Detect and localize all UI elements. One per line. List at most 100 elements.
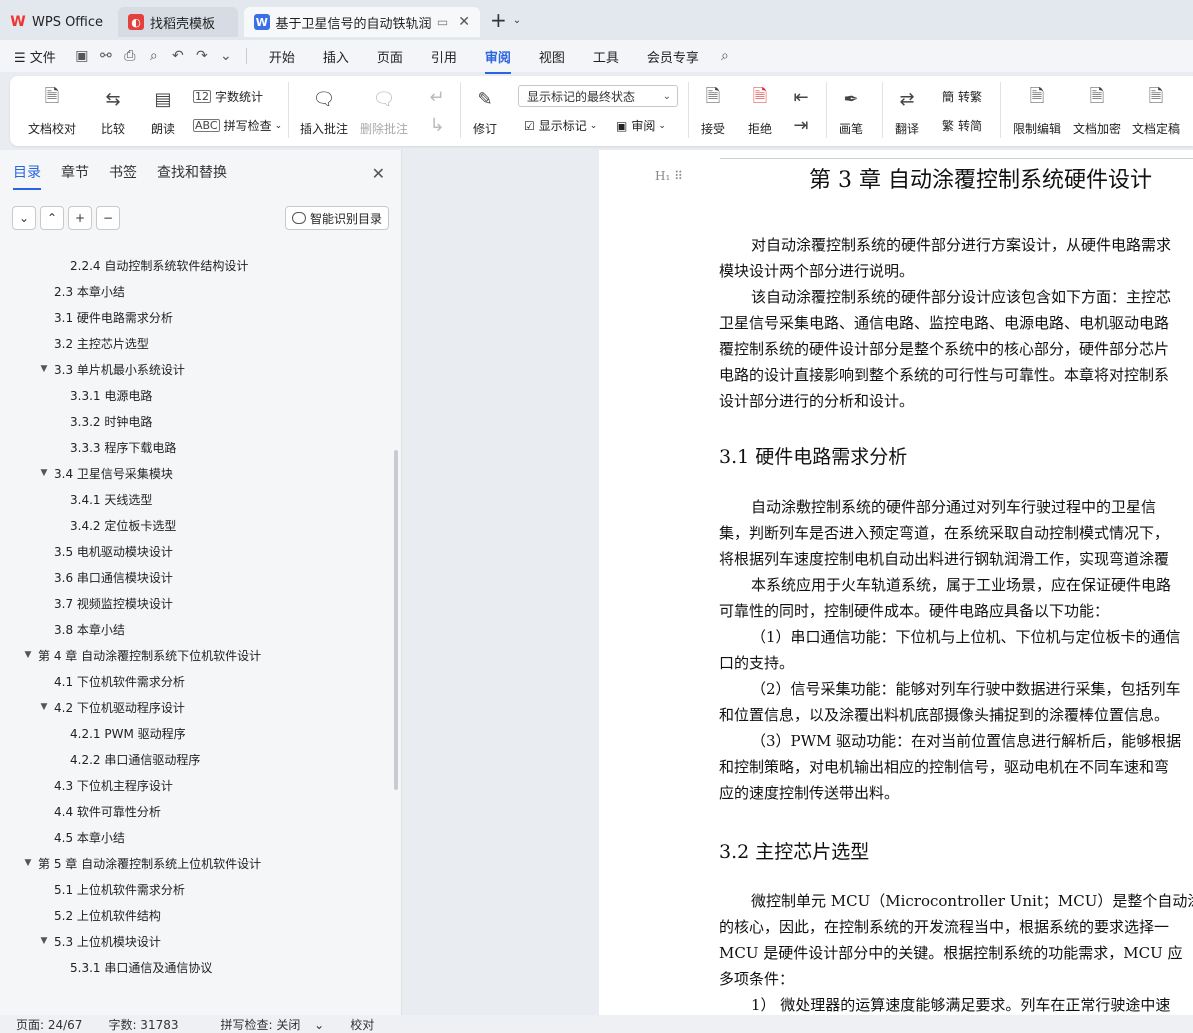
toc-item[interactable]: 3.5 电机驱动模块设计 [12, 538, 390, 564]
toc-item[interactable]: 3.3.1 电源电路 [12, 382, 390, 408]
document-page[interactable]: 第 3 章 自动涂覆控制系统硬件设计 对自动涂覆控制系统的硬件部分进行方案设计，… [599, 150, 1193, 1015]
proofread-status[interactable]: 校对 [350, 1016, 374, 1033]
toc-item[interactable]: 4.3 下位机主程序设计 [12, 772, 390, 798]
menu-member[interactable]: 会员专享 [633, 47, 713, 66]
toc-scrollbar[interactable] [394, 450, 398, 790]
expand-arrow-icon[interactable]: ▼ [38, 702, 50, 712]
remove-icon[interactable]: − [96, 206, 120, 230]
menu-tools[interactable]: 工具 [579, 47, 633, 66]
restrict-edit-button[interactable]: 🗎 限制编辑 [1013, 86, 1061, 137]
collapse-up-icon[interactable]: ⌃ [40, 206, 64, 230]
toc-item[interactable]: 4.2.2 串口通信驱动程序 [12, 746, 390, 772]
toc-item[interactable]: 2.2.4 自动控制系统软件结构设计 [12, 252, 390, 278]
redo-icon[interactable]: ↷ [190, 48, 214, 64]
pen-button[interactable]: ✒ 画笔 [838, 86, 864, 137]
toc-item[interactable]: 3.3.3 程序下载电路 [12, 434, 390, 460]
tab-document[interactable]: W 基于卫星信号的自动铁轨润滑 ▭ ✕ [244, 7, 480, 37]
toc-item[interactable]: 4.5 本章小结 [12, 824, 390, 850]
new-tab-icon[interactable]: + [490, 8, 507, 32]
tab-wps-office[interactable]: W WPS Office [0, 7, 114, 37]
menu-home[interactable]: 开始 [255, 47, 309, 66]
close-tab-icon[interactable]: ✕ [458, 14, 470, 30]
preview-icon[interactable]: ⌕ [142, 48, 166, 64]
nav-tab-find-replace[interactable]: 查找和替换 [157, 162, 227, 186]
menu-file[interactable]: ☰ 文件 [0, 47, 70, 66]
toc-item[interactable]: 3.1 硬件电路需求分析 [12, 304, 390, 330]
show-markup-button[interactable]: ☑ 显示标记 ⌄ [524, 117, 597, 134]
toc-item[interactable]: ▼ 3.4 卫星信号采集模块 [12, 460, 390, 486]
more-icon[interactable]: ⌄ [214, 48, 238, 64]
to-simplified-button[interactable]: 繁 转简 [942, 117, 982, 134]
next-comment-button[interactable]: ↳ [424, 112, 450, 138]
word-count-button[interactable]: 12 字数统计 [193, 88, 263, 105]
prev-comment-button[interactable]: ↵ [424, 84, 450, 110]
toc-item[interactable]: 4.1 下位机软件需求分析 [12, 668, 390, 694]
toc-item[interactable]: 3.2 主控芯片选型 [12, 330, 390, 356]
toc-item[interactable]: 5.2 上位机软件结构 [12, 902, 390, 928]
doc-check-button[interactable]: 🗎 文档校对 [28, 86, 76, 137]
menu-view[interactable]: 视图 [525, 47, 579, 66]
menu-page[interactable]: 页面 [363, 47, 417, 66]
toc-item[interactable]: 3.4.2 定位板卡选型 [12, 512, 390, 538]
toc-item[interactable]: 3.3.2 时钟电路 [12, 408, 390, 434]
drag-handle-icon[interactable]: ⠿ [674, 169, 683, 183]
toc-item[interactable]: ▼ 3.3 单片机最小系统设计 [12, 356, 390, 382]
expand-arrow-icon[interactable]: ▼ [22, 650, 34, 660]
chevron-down-icon[interactable]: ⌄ [513, 15, 521, 26]
read-aloud-button[interactable]: ▤ 朗读 [150, 86, 176, 137]
smart-toc-button[interactable]: 智能识别目录 [285, 206, 389, 230]
window-icon[interactable]: ▭ [437, 15, 448, 29]
save-icon[interactable]: ▣ [70, 48, 94, 64]
share-icon[interactable]: ⚯ [94, 48, 118, 64]
insert-comment-button[interactable]: 🗨 插入批注 [300, 86, 348, 137]
toc-item[interactable]: 5.1 上位机软件需求分析 [12, 876, 390, 902]
toc-item[interactable]: ▼ 4.2 下位机驱动程序设计 [12, 694, 390, 720]
translate-button[interactable]: ⇄ 翻译 [894, 86, 920, 137]
menu-references[interactable]: 引用 [417, 47, 471, 66]
compare-button[interactable]: ⇆ 比较 [100, 86, 126, 137]
next-change-button[interactable]: ⇥ [788, 112, 814, 138]
close-icon[interactable]: ✕ [372, 164, 385, 183]
menu-insert[interactable]: 插入 [309, 47, 363, 66]
markup-state-select[interactable]: 显示标记的最终状态 ⌄ [518, 85, 678, 107]
toc-item[interactable]: ▼ 第 4 章 自动涂覆控制系统下位机软件设计 [12, 642, 390, 668]
review-pane-button[interactable]: ▣ 审阅 ⌄ [616, 117, 666, 134]
nav-tab-sections[interactable]: 章节 [61, 162, 89, 186]
toc-item[interactable]: 4.4 软件可靠性分析 [12, 798, 390, 824]
spell-check-button[interactable]: ABC 拼写检查 ⌄ [193, 117, 282, 134]
toc-item[interactable]: 2.3 本章小结 [12, 278, 390, 304]
accept-button[interactable]: 🗎 接受 [700, 86, 726, 137]
nav-tab-bookmarks[interactable]: 书签 [109, 162, 137, 186]
expand-arrow-icon[interactable]: ▼ [38, 936, 50, 946]
toc-item[interactable]: 3.6 串口通信模块设计 [12, 564, 390, 590]
encrypt-button[interactable]: 🗎 文档加密 [1073, 86, 1121, 137]
undo-icon[interactable]: ↶ [166, 48, 190, 64]
tab-template[interactable]: ◐ 找稻壳模板 [118, 7, 238, 37]
toc-item[interactable]: 3.8 本章小结 [12, 616, 390, 642]
delete-comment-button[interactable]: 🗨 删除批注 [360, 86, 408, 137]
nav-tab-toc[interactable]: 目录 [13, 162, 41, 190]
expand-arrow-icon[interactable]: ▼ [38, 364, 50, 374]
prev-change-button[interactable]: ⇤ [788, 84, 814, 110]
add-icon[interactable]: + [68, 206, 92, 230]
page-indicator[interactable]: 页面: 24/67 [16, 1016, 82, 1033]
search-icon[interactable]: ⌕ [713, 48, 737, 64]
toc-item[interactable]: ▼ 第 5 章 自动涂覆控制系统上位机软件设计 [12, 850, 390, 876]
heading-level-marker[interactable]: H₁ ⠿ [655, 169, 683, 183]
toc-item[interactable]: ▼ 5.3 上位机模块设计 [12, 928, 390, 954]
menu-review[interactable]: 审阅 [471, 47, 525, 74]
expand-down-icon[interactable]: ⌄ [12, 206, 36, 230]
print-icon[interactable]: ⎙ [118, 48, 142, 64]
word-count-indicator[interactable]: 字数: 31783 [108, 1016, 178, 1033]
track-changes-button[interactable]: ✎ 修订 [472, 86, 498, 137]
expand-arrow-icon[interactable]: ▼ [22, 858, 34, 868]
reject-button[interactable]: 🗎 拒绝 [747, 86, 773, 137]
finalize-button[interactable]: 🗎 文档定稿 [1132, 86, 1180, 137]
toc-item[interactable]: 5.3.1 串口通信及通信协议 [12, 954, 390, 980]
expand-arrow-icon[interactable]: ▼ [38, 468, 50, 478]
toc-item[interactable]: 4.2.1 PWM 驱动程序 [12, 720, 390, 746]
toc-item[interactable]: 3.7 视频监控模块设计 [12, 590, 390, 616]
spell-check-status[interactable]: 拼写检查: 关闭 ⌄ [205, 1016, 325, 1033]
to-traditional-button[interactable]: 簡 转繁 [942, 88, 982, 105]
toc-item[interactable]: 3.4.1 天线选型 [12, 486, 390, 512]
